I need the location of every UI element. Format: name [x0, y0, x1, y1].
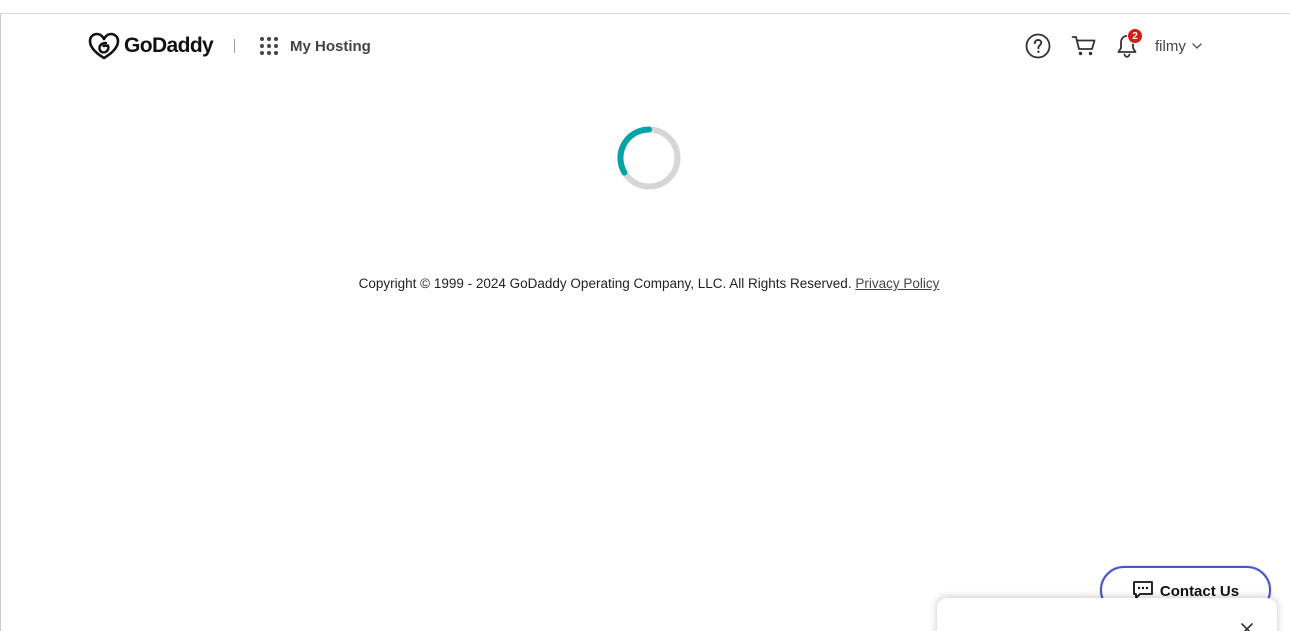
cart-icon: [1071, 36, 1096, 56]
account-menu[interactable]: filmy: [1155, 36, 1202, 56]
header-divider: [234, 39, 235, 53]
close-icon[interactable]: [1240, 622, 1254, 631]
help-icon: [1025, 33, 1051, 59]
chat-panel: [937, 598, 1277, 631]
copyright-text: Copyright © 1999 - 2024 GoDaddy Operatin…: [358, 276, 852, 291]
cart-button[interactable]: [1071, 34, 1097, 58]
product-label: My Hosting: [290, 37, 371, 55]
chevron-down-icon: [1192, 43, 1202, 49]
site-header: GoDaddy My Hosting 2 filmy: [0, 14, 1290, 78]
window-edge: [0, 14, 1, 631]
spinner-arc: [617, 126, 652, 176]
contact-us-label: Contact Us: [1159, 582, 1240, 600]
browser-bookmarks-strip: [0, 0, 1290, 14]
page: GoDaddy My Hosting 2 filmy Copyright © 1…: [0, 0, 1290, 631]
footer: Copyright © 1999 - 2024 GoDaddy Operatin…: [0, 276, 1290, 291]
privacy-policy-link[interactable]: Privacy Policy: [855, 276, 939, 291]
logo-text: GoDaddy: [124, 34, 214, 57]
loading-spinner: [617, 126, 681, 190]
username: filmy: [1155, 37, 1186, 55]
godaddy-logo[interactable]: GoDaddy: [88, 31, 214, 61]
chat-icon: [1133, 581, 1153, 599]
notification-badge: 2: [1127, 28, 1143, 44]
apps-grid-icon: [260, 37, 278, 55]
product-switcher[interactable]: My Hosting: [259, 33, 371, 59]
godaddy-heart-icon: [88, 32, 120, 60]
help-button[interactable]: [1025, 33, 1051, 59]
